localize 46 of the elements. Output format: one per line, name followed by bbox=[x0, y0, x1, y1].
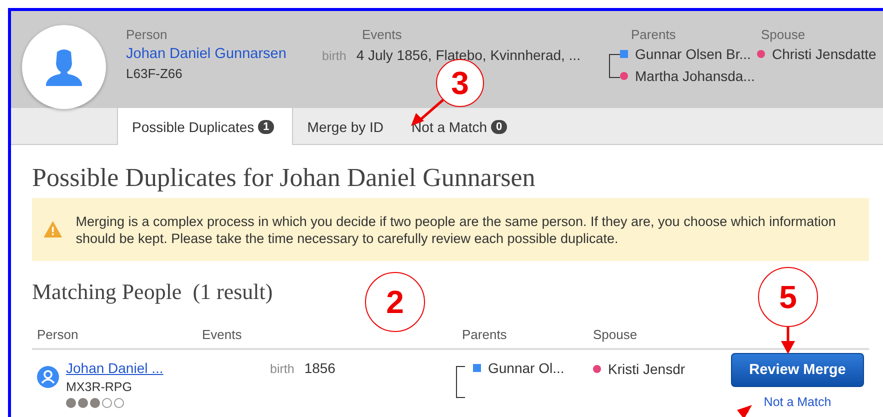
event-text: 1856 bbox=[304, 360, 336, 376]
event-type: birth bbox=[270, 362, 294, 376]
column-label: Spouse bbox=[760, 27, 806, 42]
rating-dot bbox=[114, 398, 124, 408]
column-label: Person bbox=[126, 27, 168, 42]
rating-dot bbox=[66, 398, 76, 408]
event-type: birth bbox=[322, 48, 346, 63]
count-badge: 0 bbox=[491, 120, 508, 134]
column-label: Events bbox=[361, 27, 403, 42]
female-icon bbox=[620, 72, 628, 80]
parent-name: Gunnar Olsen Br... bbox=[635, 46, 751, 62]
parent-name: Martha Johansda... bbox=[635, 68, 755, 84]
spouse-name: Christi Jensdatte bbox=[772, 46, 876, 62]
callout-number: 2 bbox=[365, 272, 425, 332]
tab[interactable]: Possible Duplicates 1 bbox=[117, 108, 294, 145]
male-icon bbox=[620, 50, 628, 58]
column-header: Person bbox=[37, 327, 80, 342]
review-merge-button[interactable]: Review Merge bbox=[731, 353, 864, 387]
person-icon bbox=[44, 48, 84, 86]
rating-dot bbox=[90, 398, 100, 408]
count-badge: 1 bbox=[258, 120, 274, 134]
column-header: Parents bbox=[462, 327, 508, 342]
rating-dot bbox=[78, 398, 88, 408]
column-header: Events bbox=[202, 327, 243, 342]
parent-name: Gunnar Ol... bbox=[488, 360, 564, 376]
person-name-link[interactable]: Johan Daniel Gunnarsen bbox=[126, 46, 322, 62]
section-heading: Matching People (1 result) bbox=[32, 279, 273, 305]
tab[interactable]: Merge by ID bbox=[293, 108, 398, 145]
female-icon bbox=[593, 365, 601, 373]
callout-number: 5 bbox=[758, 267, 818, 327]
column-label: Parents bbox=[630, 27, 677, 42]
page-title: Possible Duplicates for Johan Daniel Gunnarsen bbox=[32, 163, 536, 193]
column-header: Spouse bbox=[593, 327, 638, 342]
male-icon bbox=[473, 364, 481, 372]
rating-dot bbox=[102, 398, 112, 408]
person-icon bbox=[37, 366, 59, 388]
person-id: MX3R-RPG bbox=[66, 380, 133, 394]
spouse-name: Kristi Jensdr bbox=[608, 361, 686, 377]
callout-arrow bbox=[781, 327, 795, 354]
warning-text: Merging is a complex process in which you decide if two people are the same person. If they are, you choose which information should be kept. Please take the time necessary to carefully review each possible duplicate. bbox=[76, 212, 837, 246]
connector-line bbox=[456, 366, 465, 398]
person-name-link[interactable]: Johan Daniel ... bbox=[66, 360, 164, 376]
callout-arrow bbox=[737, 405, 752, 417]
person-id: L63F-Z66 bbox=[126, 66, 184, 81]
not-a-match-link[interactable]: Not a Match bbox=[764, 395, 832, 409]
female-icon bbox=[757, 50, 765, 58]
